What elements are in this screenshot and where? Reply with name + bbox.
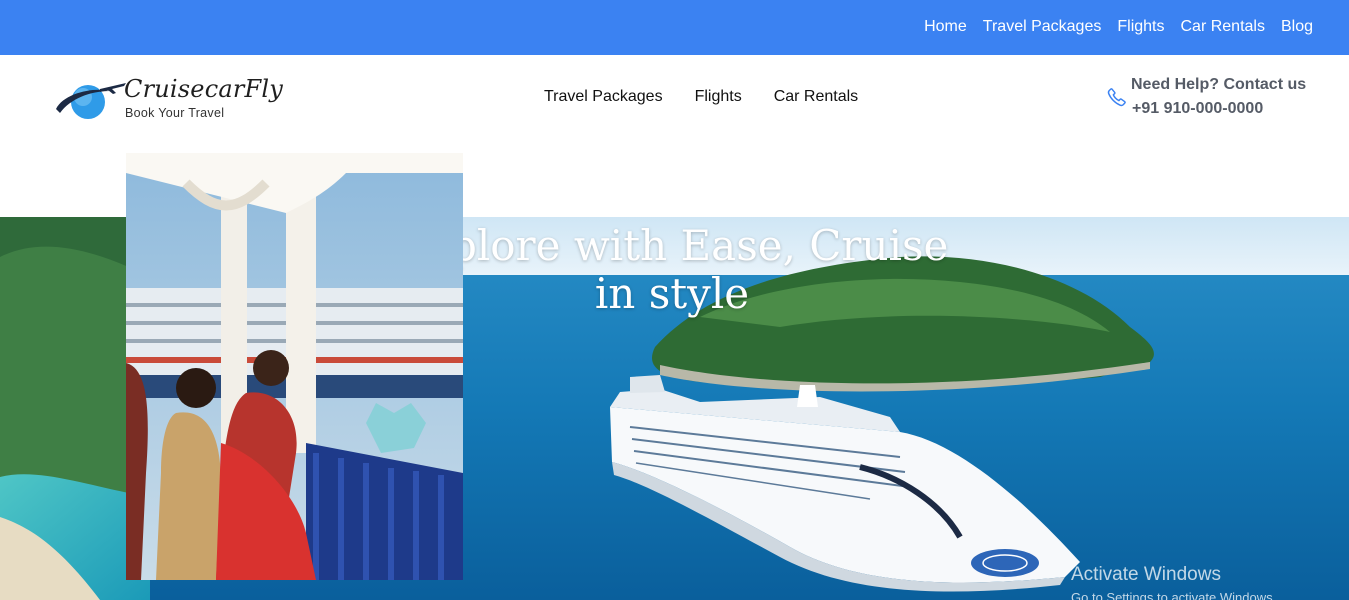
top-nav: Home Travel Packages Flights Car Rentals…	[924, 18, 1313, 36]
top-nav-car-rentals[interactable]: Car Rentals	[1180, 18, 1264, 36]
top-nav-blog[interactable]: Blog	[1281, 18, 1313, 36]
main-nav: Travel Packages Flights Car Rentals	[544, 88, 858, 106]
top-nav-flights[interactable]: Flights	[1117, 18, 1164, 36]
watermark-subtitle: Go to Settings to activate Windows.	[1071, 590, 1277, 600]
plane-globe-logo-icon	[56, 83, 126, 119]
main-nav-car-rentals[interactable]: Car Rentals	[774, 88, 858, 106]
activate-windows-watermark: Activate Windows Go to Settings to activ…	[1071, 564, 1276, 600]
brand-logo[interactable]: CruisecarFly Book Your Travel	[54, 75, 294, 125]
brand-tagline: Book Your Travel	[125, 106, 225, 120]
help-phone-number[interactable]: +91 910-000-0000	[1132, 100, 1263, 118]
main-nav-travel-packages[interactable]: Travel Packages	[544, 88, 663, 106]
top-nav-travel-packages[interactable]: Travel Packages	[983, 18, 1102, 36]
phone-icon	[1107, 88, 1126, 107]
main-nav-flights[interactable]: Flights	[695, 88, 742, 106]
top-nav-home[interactable]: Home	[924, 18, 967, 36]
brand-name: CruisecarFly	[124, 75, 283, 103]
help-contact: Need Help? Contact us +91 910-000-0000	[1106, 74, 1326, 124]
top-bar: Home Travel Packages Flights Car Rentals…	[0, 0, 1349, 55]
help-title: Need Help? Contact us	[1131, 76, 1307, 93]
watermark-title: Activate Windows	[1071, 564, 1221, 585]
friends-on-cruise-deck-image	[126, 153, 463, 580]
